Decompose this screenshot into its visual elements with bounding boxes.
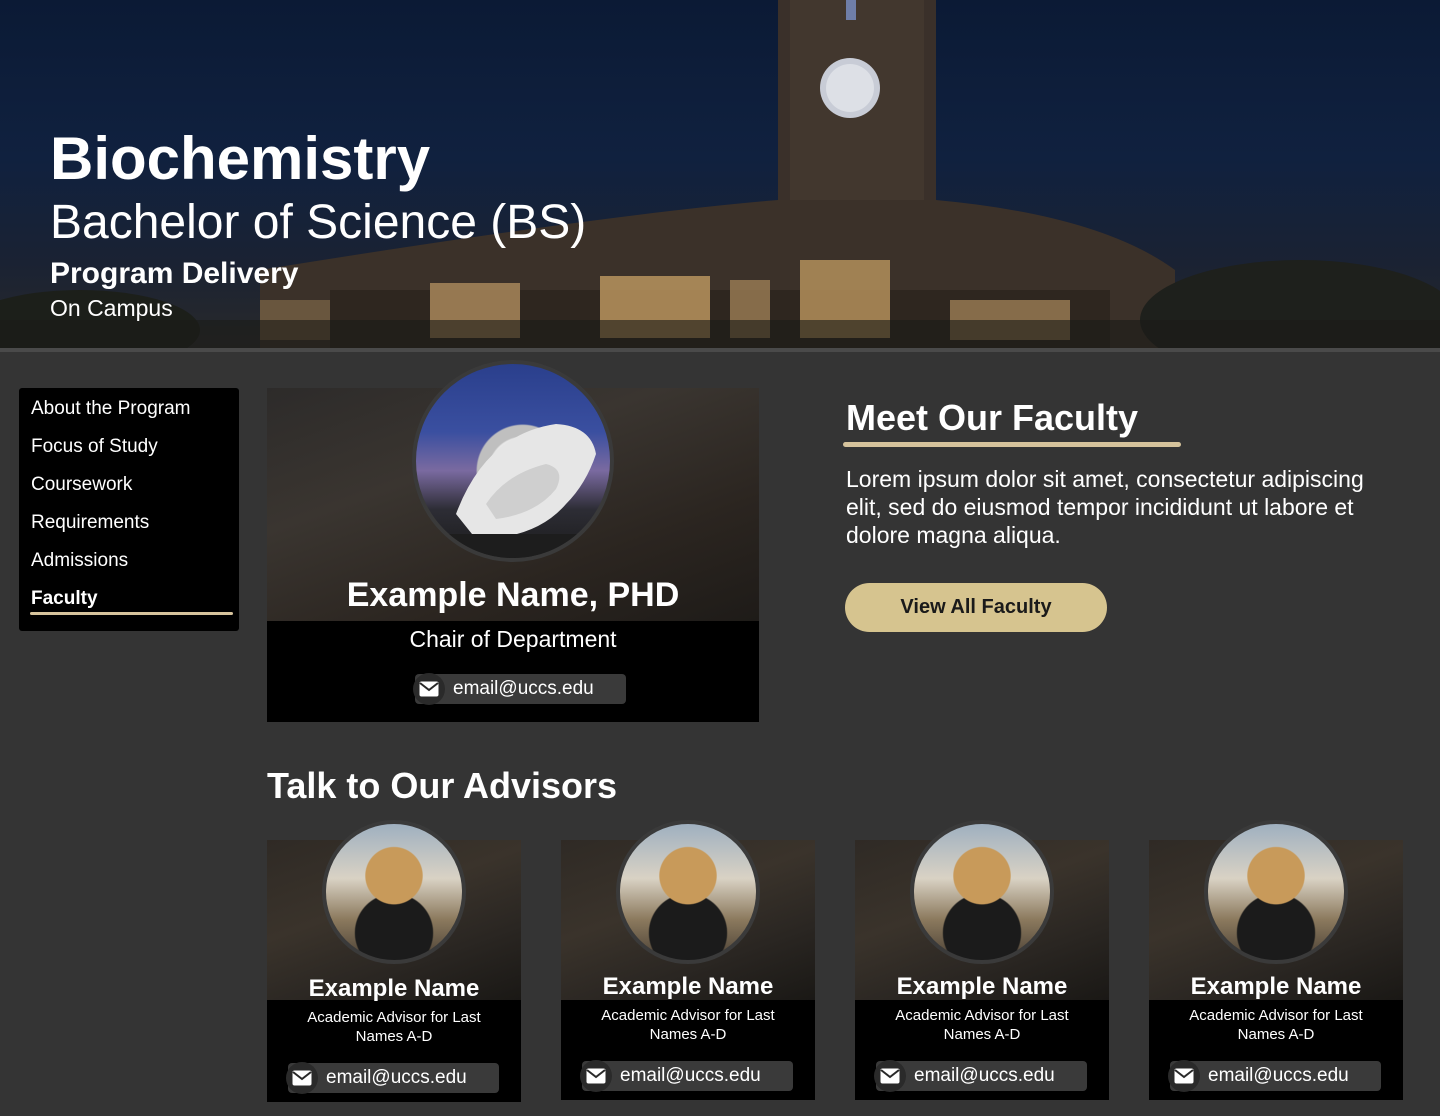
envelope-icon [413, 673, 445, 705]
advisor-email-link[interactable]: email@uccs.edu [1168, 1060, 1381, 1092]
advisor-card: Example Name Academic Advisor for Last N… [855, 820, 1109, 1100]
faculty-email-link[interactable]: email@uccs.edu [413, 673, 626, 705]
sidebar-item-faculty[interactable]: Faculty [19, 584, 239, 622]
sidebar-nav: About the Program Focus of Study Coursew… [19, 388, 239, 631]
advisor-avatar [910, 820, 1054, 964]
degree-subtitle: Bachelor of Science (BS) [50, 196, 587, 249]
advisor-avatar [616, 820, 760, 964]
advisor-role: Academic Advisor for Last Names A-D [895, 1007, 1069, 1043]
email-text: email@uccs.edu [620, 1065, 761, 1086]
advisor-role: Academic Advisor for Last Names A-D [1189, 1007, 1363, 1043]
advisor-name: Example Name [1190, 973, 1362, 1000]
advisor-avatar [322, 820, 466, 964]
advisor-card: Example Name Academic Advisor for Last N… [561, 820, 815, 1100]
advisor-card: Example Name Academic Advisor for Last N… [1149, 820, 1403, 1100]
sidebar-item-admissions[interactable]: Admissions [19, 546, 239, 584]
featured-faculty-card: Example Name, PHD Chair of Department em… [267, 360, 759, 722]
advisor-name: Example Name [602, 973, 774, 1000]
sidebar-item-coursework[interactable]: Coursework [19, 470, 239, 508]
envelope-icon [874, 1060, 906, 1092]
sidebar-item-requirements[interactable]: Requirements [19, 508, 239, 546]
advisor-role: Academic Advisor for Last Names A-D [601, 1007, 775, 1043]
email-text: email@uccs.edu [326, 1067, 467, 1088]
view-all-faculty-button[interactable]: View All Faculty [845, 583, 1107, 632]
envelope-icon [286, 1062, 318, 1094]
email-text: email@uccs.edu [1208, 1065, 1349, 1086]
advisor-card: Example Name Academic Advisor for Last N… [267, 820, 521, 1102]
email-text: email@uccs.edu [914, 1065, 1055, 1086]
meet-faculty-heading: Meet Our Faculty [846, 397, 1139, 438]
advisors-heading: Talk to Our Advisors [267, 765, 618, 806]
advisor-role: Academic Advisor for Last Names A-D [307, 1009, 481, 1045]
program-delivery-value: On Campus [50, 295, 173, 321]
program-title: Biochemistry [50, 125, 431, 192]
program-delivery-label: Program Delivery [50, 257, 299, 290]
faculty-role: Chair of Department [409, 626, 617, 652]
meet-faculty-description: Lorem ipsum dolor sit amet, consectetur … [846, 466, 1364, 548]
mascot-statue-image [416, 424, 610, 558]
advisor-name: Example Name [896, 973, 1068, 1000]
active-item-underline [30, 612, 233, 615]
envelope-icon [1168, 1060, 1200, 1092]
hero-divider [0, 348, 1440, 352]
email-text: email@uccs.edu [453, 678, 594, 699]
advisor-name: Example Name [308, 975, 480, 1002]
faculty-avatar [412, 360, 614, 562]
advisor-avatar [1204, 820, 1348, 964]
sidebar-item-focus-of-study[interactable]: Focus of Study [19, 432, 239, 470]
faculty-name: Example Name, PHD [346, 576, 680, 614]
advisor-email-link[interactable]: email@uccs.edu [580, 1060, 793, 1092]
sidebar-item-about[interactable]: About the Program [19, 394, 239, 432]
envelope-icon [580, 1060, 612, 1092]
advisor-email-link[interactable]: email@uccs.edu [874, 1060, 1087, 1092]
heading-underline [843, 442, 1181, 447]
advisor-email-link[interactable]: email@uccs.edu [286, 1062, 499, 1094]
hero-banner: Biochemistry Bachelor of Science (BS) Pr… [0, 0, 1440, 350]
